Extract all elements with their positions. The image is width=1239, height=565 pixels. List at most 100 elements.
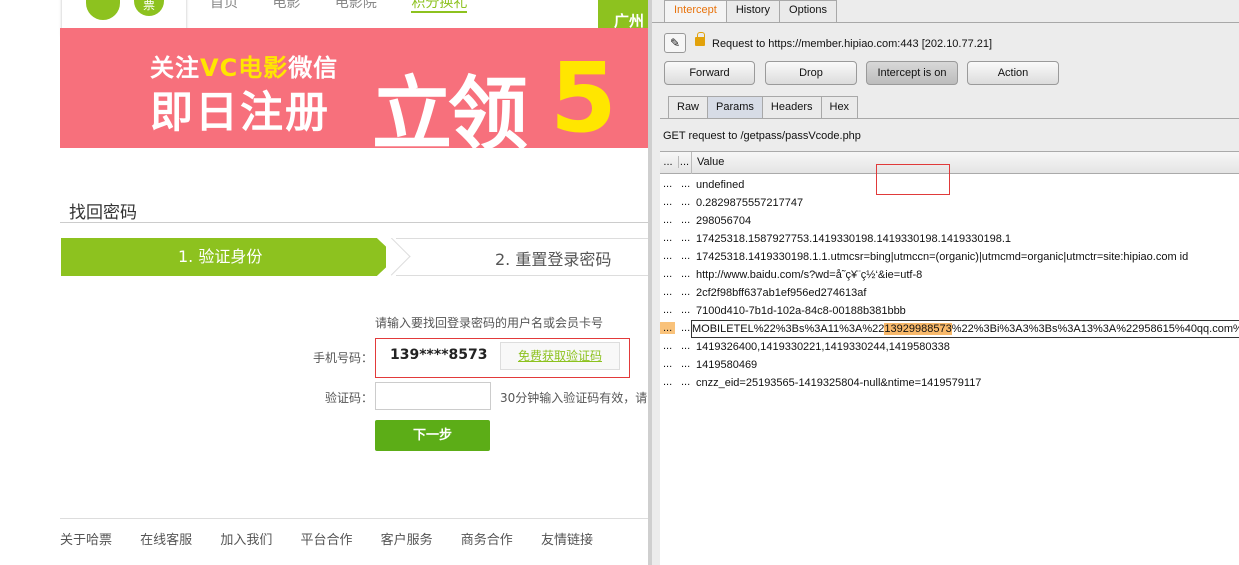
form-hint: 请输入要找回登录密码的用户名或会员卡号 (375, 316, 604, 330)
top-nav: 首页 电影 电影院 积分换礼 (210, 0, 497, 13)
tab-history[interactable]: History (725, 0, 781, 22)
row-cell-type: ... (681, 214, 691, 226)
row-cell-value: 1419580469 (696, 359, 758, 371)
table-row[interactable]: ...... 1419580469 (660, 356, 1239, 374)
code-input[interactable] (375, 382, 491, 410)
code-label: 验证码： (324, 391, 373, 405)
intercept-toggle-button[interactable]: Intercept is on (866, 61, 958, 85)
table-row[interactable]: ...... cnzz_eid=25193565-1419325804-null&… (660, 374, 1239, 392)
row-cell-type: ... (681, 358, 691, 370)
promo-banner[interactable]: 关注VC电影微信 即日注册 立领 5元 (60, 28, 650, 148)
table-row-selected[interactable]: ...... MOBILETEL%22%3Bs%3A11%3A%221392998… (660, 320, 1239, 338)
row-cell-name: ... (663, 340, 673, 352)
footer-link-business[interactable]: 商务合作 (461, 533, 513, 548)
column-header-2[interactable]: ... (678, 156, 690, 168)
next-step-button[interactable]: 下一步 (375, 420, 490, 451)
tab-hex[interactable]: Hex (820, 96, 859, 118)
footer-link-platform[interactable]: 平台合作 (300, 533, 352, 548)
table-row[interactable]: ...... http://www.baidu.com/s?wd=å˜ç¥¨ç½‘… (660, 266, 1239, 284)
lock-icon (695, 32, 705, 46)
table-row[interactable]: ...... 2cf2f98bff637ab1ef956ed274613af (660, 284, 1239, 302)
row-cell-type: ... (681, 232, 691, 244)
nav-item-points[interactable]: 积分换礼 (411, 0, 468, 13)
tab-options[interactable]: Options (779, 0, 837, 22)
row-cell-value: http://www.baidu.com/s?wd=å˜ç¥¨ç½‘&ie=ut… (696, 269, 923, 281)
column-header-value[interactable]: Value (691, 152, 729, 174)
params-table: ... ... Value ...... undefined...... 0.282… (660, 151, 1239, 565)
table-row[interactable]: ...... 1419326400,1419330221,1419330244,1… (660, 338, 1239, 356)
row-cell-name: ... (663, 250, 673, 262)
table-row[interactable]: ...... 17425318.1419330198.1.1.utmcsr=bin… (660, 248, 1239, 266)
footer-link-friends[interactable]: 友情链接 (541, 533, 593, 548)
row-cell-type: ... (681, 376, 691, 388)
subtab-divider (660, 118, 1239, 119)
row-cell-value: 1419326400,1419330221,1419330244,1419580… (696, 341, 950, 353)
step-chevron-icon (386, 238, 424, 276)
footer-link-about[interactable]: 关于哈票 (60, 533, 112, 548)
table-row[interactable]: ...... 7100d410-7b1d-102a-84c8-00188b381b… (660, 302, 1239, 320)
row-cell-name: ... (663, 214, 673, 226)
page-title: 找回密码 (69, 203, 137, 223)
banner-big-text: 立领 (372, 68, 528, 148)
value-prefix: MOBILETEL%22%3Bs%3A11%3A%22 (692, 323, 885, 335)
row-cell-value: undefined (696, 179, 745, 191)
row-cell-type: ... (681, 178, 691, 190)
drop-button[interactable]: Drop (765, 61, 857, 85)
tab-divider (652, 22, 1239, 23)
nav-item-cinemas[interactable]: 电影院 (335, 0, 377, 11)
row-cell-type: ... (681, 322, 691, 334)
row-cell-name: ... (663, 286, 673, 298)
request-target: Request to https://member.hipiao.com:443… (712, 38, 993, 50)
phone-number-highlight-box (876, 164, 950, 195)
row-cell-value: cnzz_eid=25193565-1419325804-null&ntime=… (696, 377, 982, 389)
forward-button[interactable]: Forward (664, 61, 755, 85)
row-cell-name: ... (663, 196, 673, 208)
row-cell-value: MOBILETEL%22%3Bs%3A11%3A%2213929988573%2… (692, 323, 1239, 335)
row-cell-name: ... (663, 376, 673, 388)
row-cell-name: ... (663, 268, 673, 280)
row-cell-name: ... (663, 232, 673, 244)
code-note: 30分钟输入验证码有效，请 (500, 391, 648, 405)
logo-mark-icon (86, 0, 120, 20)
table-row[interactable]: ...... 0.2829875557217747 (660, 194, 1239, 212)
row-cell-name: ... (660, 322, 676, 334)
row-cell-value: 298056704 (696, 215, 752, 227)
table-row[interactable]: ...... 17425318.1587927753.1419330198.141… (660, 230, 1239, 248)
tab-raw[interactable]: Raw (668, 96, 709, 118)
nav-item-home[interactable]: 首页 (210, 0, 238, 11)
banner-big-number: 5元 (550, 42, 617, 148)
value-suffix: %22%3Bi%3A3%3Bs%3A13%3A%22958615%40qq.co… (951, 323, 1239, 335)
footer-link-service[interactable]: 在线客服 (140, 533, 192, 548)
tab-params[interactable]: Params (707, 96, 763, 118)
web-page: 票 首页 电影 电影院 积分换礼 广州 关注VC电影微信 即日注册 立领 5元 … (0, 0, 650, 565)
logo-badge: 票 (134, 0, 164, 16)
nav-item-movies[interactable]: 电影 (272, 0, 300, 11)
row-cell-type: ... (681, 268, 691, 280)
request-method-line: GET request to /getpass/passVcode.php (663, 130, 861, 142)
get-code-button[interactable]: 免费获取验证码 (500, 342, 620, 370)
row-cell-value: 17425318.1587927753.1419330198.141933019… (696, 233, 1012, 245)
row-cell-type: ... (681, 196, 691, 208)
row-cell-value: 0.2829875557217747 (696, 197, 804, 209)
column-header-1[interactable]: ... (660, 156, 676, 168)
table-row[interactable]: ...... 298056704 (660, 212, 1239, 230)
banner-line2: 即日注册 (150, 88, 330, 138)
phone-label: 手机号码： (312, 351, 373, 365)
row-cell-type: ... (681, 304, 691, 316)
footer-link-join[interactable]: 加入我们 (220, 533, 272, 548)
value-phone-number: 13929988573 (884, 323, 952, 335)
row-cell-name: ... (663, 178, 673, 190)
proxy-intercept-panel: Intercept History Options ✎ Request to h… (648, 0, 1239, 565)
row-cell-value: 7100d410-7b1d-102a-84c8-00188b381bbb (696, 305, 906, 317)
footer-link-customer[interactable]: 客户服务 (381, 533, 433, 548)
row-cell-value: 2cf2f98bff637ab1ef956ed274613af (696, 287, 867, 299)
proxy-tabs: Intercept History Options (664, 0, 837, 22)
action-button[interactable]: Action (967, 61, 1059, 85)
footer-links: 关于哈票 在线客服 加入我们 平台合作 客户服务 商务合作 友情链接 (60, 529, 617, 548)
row-cell-type: ... (681, 340, 691, 352)
title-divider (60, 222, 650, 223)
edit-pencil-icon[interactable]: ✎ (664, 33, 686, 53)
tab-headers[interactable]: Headers (761, 96, 822, 118)
tab-intercept[interactable]: Intercept (664, 0, 727, 22)
step-verify-identity: 1. 验证身份 (61, 238, 397, 276)
